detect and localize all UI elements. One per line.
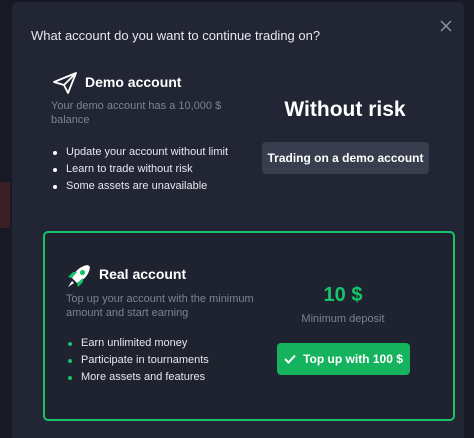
- feature-item: Update your account without limit: [51, 144, 228, 161]
- rocket-icon: [68, 265, 90, 287]
- feature-item: More assets and features: [66, 369, 209, 386]
- real-feature-list: Earn unlimited money Participate in tour…: [66, 335, 209, 386]
- bullet-dot-icon: [53, 151, 57, 155]
- bullet-dot-icon: [68, 376, 72, 380]
- demo-feature-list: Update your account without limit Learn …: [51, 144, 228, 195]
- bullet-dot-icon: [68, 359, 72, 363]
- bullet-dot-icon: [53, 168, 57, 172]
- bullet-dot-icon: [53, 185, 57, 189]
- real-account-description: Top up your account with the minimum amo…: [66, 293, 254, 319]
- bullet-dot-icon: [68, 342, 72, 346]
- min-deposit-label: Minimum deposit: [301, 313, 385, 325]
- check-icon: [284, 354, 296, 364]
- min-deposit-amount: 10 $: [323, 284, 363, 306]
- feature-item: Some assets are unavailable: [51, 178, 228, 195]
- close-icon: [440, 20, 452, 32]
- top-up-button-label: Top up with 100 $: [303, 352, 403, 366]
- feature-item: Earn unlimited money: [66, 335, 209, 352]
- feature-item: Learn to trade without risk: [51, 161, 228, 178]
- dialog-title: What account do you want to continue tra…: [31, 28, 321, 43]
- demo-account-description: Your demo account has a 10,000 $ balance: [51, 100, 222, 126]
- account-choice-dialog: What account do you want to continue tra…: [12, 2, 464, 438]
- feature-item: Participate in tournaments: [66, 352, 209, 369]
- demo-account-card[interactable]: Demo account Your demo account has a 10,…: [32, 52, 446, 210]
- trade-demo-button[interactable]: Trading on a demo account: [262, 142, 429, 174]
- demo-account-title: Demo account: [85, 74, 182, 90]
- paper-plane-icon: [53, 72, 77, 94]
- top-up-button[interactable]: Top up with 100 $: [277, 343, 410, 375]
- real-account-card[interactable]: Real account Top up your account with th…: [43, 231, 455, 421]
- backdrop-accent: [0, 182, 10, 228]
- demo-headline: Without risk: [284, 98, 406, 121]
- real-account-title: Real account: [99, 266, 187, 282]
- close-button[interactable]: [436, 16, 456, 36]
